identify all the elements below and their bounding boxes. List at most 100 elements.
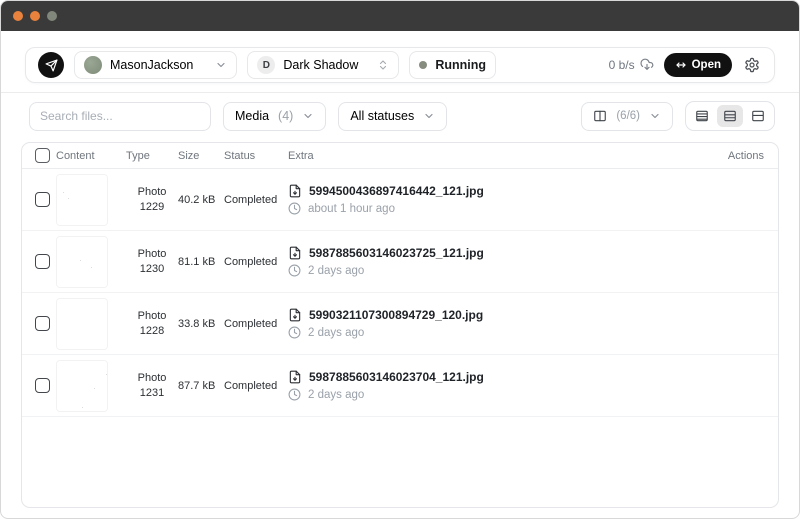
settings-button[interactable] <box>742 55 762 75</box>
clock-icon <box>288 388 301 401</box>
col-header-extra: Extra <box>288 149 314 162</box>
clock-icon <box>288 264 301 277</box>
status-cell: Completed <box>224 193 278 206</box>
table-row[interactable]: Photo 1228 33.8 kB Completed 59903211073… <box>22 293 778 355</box>
status-filter-label: All statuses <box>350 109 415 123</box>
header-left-group: MasonJackson D Dark Shadow Running <box>38 51 497 79</box>
row-checkbox[interactable] <box>35 378 50 393</box>
size-cell: 81.1 kB <box>178 255 216 268</box>
bot-avatar: D <box>257 56 276 74</box>
gear-icon <box>745 57 759 73</box>
header-right-group: 0 b/s Open <box>609 53 762 77</box>
open-label: Open <box>691 59 721 71</box>
file-time: 2 days ago <box>308 388 365 401</box>
size-cell: 33.8 kB <box>178 317 216 330</box>
files-table: Content Type Size Status Extra Actions P… <box>21 142 779 508</box>
chevron-down-icon <box>423 110 435 122</box>
filename: 5994500436897416442_121.jpg <box>309 184 484 198</box>
size-cell: 40.2 kB <box>178 193 216 206</box>
download-speed: 0 b/s <box>609 58 654 72</box>
clock-icon <box>288 326 301 339</box>
extra-cell: 5987885603146023704_121.jpg 2 days ago <box>284 370 704 401</box>
status-cell: Completed <box>224 379 278 392</box>
rows-compact-icon[interactable] <box>689 105 715 127</box>
bot-name: Dark Shadow <box>283 58 359 72</box>
file-time: about 1 hour ago <box>308 202 395 215</box>
file-time: 2 days ago <box>308 326 365 339</box>
row-checkbox[interactable] <box>35 254 50 269</box>
chevron-down-icon <box>215 59 227 71</box>
chevrons-up-down-icon <box>377 59 389 71</box>
table-row[interactable]: Photo 1231 87.7 kB Completed 59878856031… <box>22 355 778 417</box>
status-dot <box>419 61 428 69</box>
header-card: MasonJackson D Dark Shadow Running 0 b/s… <box>25 47 775 83</box>
file-down-icon <box>288 308 302 322</box>
table-row[interactable]: Photo 1230 81.1 kB Completed 59878856031… <box>22 231 778 293</box>
open-button[interactable]: Open <box>663 53 732 77</box>
window-control-minimize[interactable] <box>30 11 40 21</box>
account-dropdown[interactable]: MasonJackson <box>74 51 238 79</box>
window-control-close[interactable] <box>13 11 23 21</box>
account-name: MasonJackson <box>110 58 194 72</box>
status-label: Running <box>435 58 487 72</box>
media-filter-dropdown[interactable]: Media (4) <box>223 101 327 131</box>
file-down-icon <box>288 246 302 260</box>
file-time: 2 days ago <box>308 264 365 277</box>
media-filter-count: (4) <box>278 109 294 123</box>
col-header-type: Type <box>126 149 150 162</box>
extra-cell: 5990321107300894729_120.jpg 2 days ago <box>284 308 704 339</box>
status-cell: Completed <box>224 317 278 330</box>
type-cell: Photo 1231 <box>137 371 167 399</box>
table-body: Photo 1229 40.2 kB Completed 59945004368… <box>22 169 778 417</box>
rows-medium-icon[interactable] <box>717 105 743 127</box>
media-filter-label: Media <box>235 109 270 123</box>
search-input[interactable] <box>29 101 211 131</box>
columns-icon <box>593 109 607 123</box>
type-cell: Photo 1228 <box>137 309 167 337</box>
type-cell: Photo 1230 <box>137 247 167 275</box>
cloud-download-icon <box>640 58 654 72</box>
photo-thumbnail <box>56 235 108 288</box>
status-cell: Completed <box>224 255 278 268</box>
photo-thumbnail <box>56 359 108 412</box>
filename: 5987885603146023704_121.jpg <box>309 370 484 384</box>
size-cell: 87.7 kB <box>178 379 216 392</box>
row-density-toggle <box>685 101 775 131</box>
type-cell: Photo 1229 <box>137 185 167 213</box>
chevron-down-icon <box>649 110 661 122</box>
header-section: MasonJackson D Dark Shadow Running 0 b/s… <box>1 31 799 92</box>
table-row[interactable]: Photo 1229 40.2 kB Completed 59945004368… <box>22 169 778 231</box>
telegram-send-icon <box>38 52 64 78</box>
clock-icon <box>288 202 301 215</box>
window-titlebar <box>1 1 799 31</box>
speed-value: 0 b/s <box>608 58 635 72</box>
chevron-down-icon <box>302 110 314 122</box>
file-down-icon <box>288 184 302 198</box>
filename: 5987885603146023725_121.jpg <box>309 246 484 260</box>
file-down-icon <box>288 370 302 384</box>
filters-toolbar: Media (4) All statuses (6/6) <box>1 93 799 131</box>
status-badge: Running <box>409 51 497 79</box>
extra-cell: 5987885603146023725_121.jpg 2 days ago <box>284 246 704 277</box>
status-filter-dropdown[interactable]: All statuses <box>338 101 448 131</box>
photo-thumbnail <box>56 297 108 350</box>
table-header-row: Content Type Size Status Extra Actions <box>22 143 778 169</box>
col-header-content: Content <box>56 149 95 162</box>
window-control-maximize[interactable] <box>47 11 57 21</box>
left-right-arrow-icon <box>675 59 687 71</box>
select-all-checkbox[interactable] <box>35 148 50 163</box>
account-avatar <box>84 56 102 74</box>
col-header-size: Size <box>178 149 200 162</box>
row-checkbox[interactable] <box>35 192 50 207</box>
extra-cell: 5994500436897416442_121.jpg about 1 hour… <box>284 184 704 215</box>
bot-select[interactable]: D Dark Shadow <box>247 51 400 79</box>
filename: 5990321107300894729_120.jpg <box>309 308 484 322</box>
row-checkbox[interactable] <box>35 316 50 331</box>
app-window: MasonJackson D Dark Shadow Running 0 b/s… <box>0 0 800 519</box>
rows-relaxed-icon[interactable] <box>745 105 771 127</box>
col-header-status: Status <box>224 149 256 162</box>
columns-visibility-dropdown[interactable]: (6/6) <box>581 101 673 131</box>
col-header-actions: Actions <box>727 149 764 162</box>
columns-count: (6/6) <box>616 110 640 122</box>
photo-thumbnail <box>56 173 108 226</box>
